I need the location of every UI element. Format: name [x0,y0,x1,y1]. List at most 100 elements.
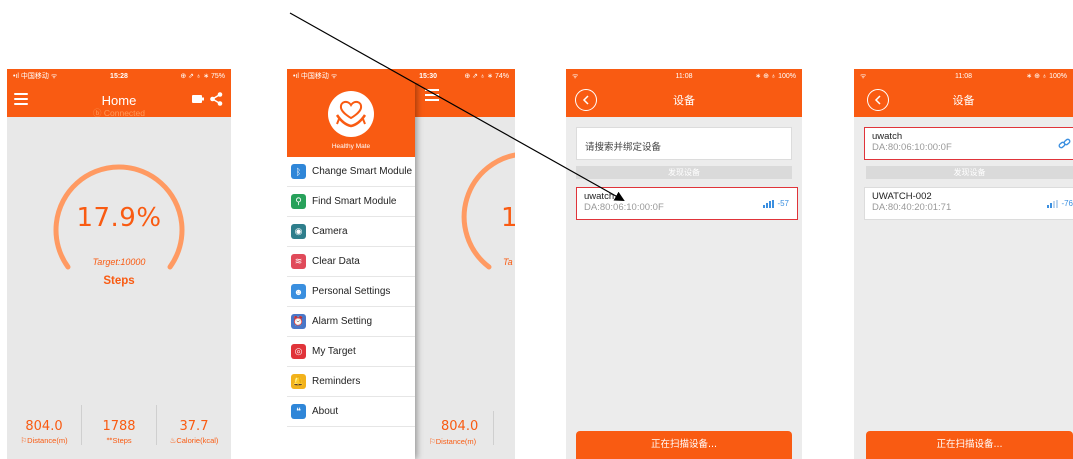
device-mac: DA:80:40:20:01:71 [872,202,952,213]
device-row[interactable]: UWATCH-002 DA:80:40:20:01:71 -76 [864,187,1073,220]
clock: 15:28 [110,72,128,80]
underlay-distance-label: ⚐Distance(m) [429,437,477,446]
signal-status: ᯤ [572,72,579,80]
find-icon: ⚲ [291,194,306,209]
nav-actions [192,92,223,106]
menu-item-find-smart-module[interactable]: ⚲ Find Smart Module [287,187,415,217]
clock: 11:08 [955,72,972,80]
menu-item-my-target[interactable]: ◎ My Target [287,337,415,367]
distance-label: ⚐Distance(m) [20,436,68,445]
signal-strength: -76 [1047,199,1073,208]
bluetooth-icon: ⓑ [93,108,104,118]
battery-icon[interactable] [192,95,204,103]
menu-item-label: Change Smart Module [312,166,413,177]
device-mac: DA:80:06:10:00:0F [872,142,952,153]
signal-status: ᯤ [860,72,867,80]
menu-item-personal-settings[interactable]: ☻ Personal Settings [287,277,415,307]
app-logo [328,91,374,137]
nav-bar: 设备 [854,83,1073,117]
bluetooth-icon: ᛒ [291,164,306,179]
clear-data-icon: ≋ [291,254,306,269]
bound-device-row[interactable]: uwatch DA:80:06:10:00:0F [864,127,1073,160]
battery-status: ⊕ ⇗ ♁ ∗ 75% [180,73,226,80]
steps-value: 1788 [102,419,136,434]
menu-item-label: About [312,406,339,417]
found-devices-header: 发现设备 [576,166,792,179]
chevron-left-icon [874,95,881,105]
target-label: Target:10000 [92,257,146,267]
bell-icon: 🔔 [291,374,306,389]
carrier-label: •ıl 中国移动 ᯤ [293,73,338,80]
connected-label: Connected [103,108,145,118]
device-name: uwatch [872,131,903,142]
page-title: 设备 [673,94,695,107]
status-bar: •ıl 中国移动 ᯤ 15:28 ⊕ ⇗ ♁ ∗ 75% [7,69,231,83]
menu-item-change-smart-module[interactable]: ᛒ Change Smart Module [287,157,415,187]
rssi-value: -76 [1061,199,1073,208]
menu-item-label: Personal Settings [312,286,391,297]
battery-status: ∗ ⊕ ♁ 100% [755,73,797,80]
camera-icon: ◉ [291,224,306,239]
menu-icon[interactable] [14,93,28,105]
brand-name: Healthy Mate [331,143,371,150]
scanning-button[interactable]: 正在扫描设备... [866,431,1073,459]
clock: 11:08 [675,72,693,80]
menu-item-alarm-setting[interactable]: ⏰ Alarm Setting [287,307,415,337]
menu-item-label: My Target [312,346,356,357]
alarm-icon: ⏰ [291,314,306,329]
underlay-divider [493,411,494,445]
device-name: UWATCH-002 [872,191,932,202]
page-title: 设备 [952,94,975,107]
underlay-percent: 1 [501,203,515,233]
status-bar: ᯤ 11:08 ∗ ⊕ ♁ 100% [854,69,1073,83]
device-row[interactable]: uwatch DA:80:06:10:00:0F -57 [576,187,798,220]
menu-item-camera[interactable]: ◉ Camera [287,217,415,247]
quote-icon: ❝ [291,404,306,419]
battery-status: ⊕ ⇗ ♁ ∗ 74% [464,73,509,80]
search-prompt: 请搜索并绑定设备 [576,127,792,160]
screenshot-stage: •ıl 中国移动 ᯤ 15:28 ⊕ ⇗ ♁ ∗ 75% Home ⓑ Conn… [0,0,1073,459]
page-title: Home [101,92,137,108]
underlay-distance: 804.0 [441,419,479,434]
distance-stat: 804.0 ⚐Distance(m) [7,405,82,445]
target-icon: ◎ [291,344,306,359]
menu-item-label: Clear Data [312,256,360,267]
found-devices-header: 发现设备 [866,166,1073,179]
underlay-menu-icon [425,89,439,101]
status-bar: •ıl 中国移动 ᯤ 15:30 ⊕ ⇗ ♁ ∗ 74% [287,69,515,83]
person-icon: ☻ [291,284,306,299]
menu-list: ᛒ Change Smart Module ⚲ Find Smart Module ◉ C… [287,157,415,427]
clock: 15:30 [419,72,437,80]
signal-strength: -57 [763,199,789,208]
side-menu: Healthy Mate ᛒ Change Smart Module ⚲ Find S… [287,69,415,459]
share-icon[interactable] [210,92,223,106]
menu-item-clear-data[interactable]: ≋ Clear Data [287,247,415,277]
menu-screen: 1 Ta 804.0 ⚐Distance(m) •ıl 中国移动 ᯤ 15:30… [287,69,515,459]
device-scan-screen: ᯤ 11:08 ∗ ⊕ ♁ 100% 设备 请搜索并绑定设备 发现设备 uwat… [566,69,802,459]
menu-item-about[interactable]: ❝ About [287,397,415,427]
device-name: uwatch [584,191,615,202]
link-icon[interactable] [1058,138,1071,150]
device-bound-screen: ᯤ 11:08 ∗ ⊕ ♁ 100% 设备 uwatch DA:80:06:10… [854,69,1073,459]
menu-item-reminders[interactable]: 🔔 Reminders [287,367,415,397]
back-button[interactable] [867,89,889,111]
menu-item-label: Reminders [312,376,361,387]
status-bar: ᯤ 11:08 ∗ ⊕ ♁ 100% [566,69,802,83]
chevron-left-icon [582,95,589,105]
carrier-label: •ıl 中国移动 ᯤ [13,73,58,80]
distance-value: 804.0 [25,419,63,434]
nav-bar: 设备 [566,83,802,117]
calorie-stat: 37.7 ♨Calorie(kcal) [157,405,231,445]
menu-item-label: Find Smart Module [312,196,397,207]
connection-status: ⓑ Connected [7,107,231,119]
home-screen: •ıl 中国移动 ᯤ 15:28 ⊕ ⇗ ♁ ∗ 75% Home ⓑ Conn… [7,69,231,459]
menu-item-label: Camera [312,226,348,237]
rssi-value: -57 [777,199,789,208]
stats-row: 804.0 ⚐Distance(m) 1788 ᕯSteps 37.7 ♨Cal… [7,405,231,445]
calorie-value: 37.7 [179,419,209,434]
back-button[interactable] [575,89,597,111]
steps-stat-label: ᕯSteps [106,436,132,445]
menu-item-label: Alarm Setting [312,316,373,327]
scanning-button[interactable]: 正在扫描设备... [576,431,792,459]
calorie-label: ♨Calorie(kcal) [169,436,219,445]
